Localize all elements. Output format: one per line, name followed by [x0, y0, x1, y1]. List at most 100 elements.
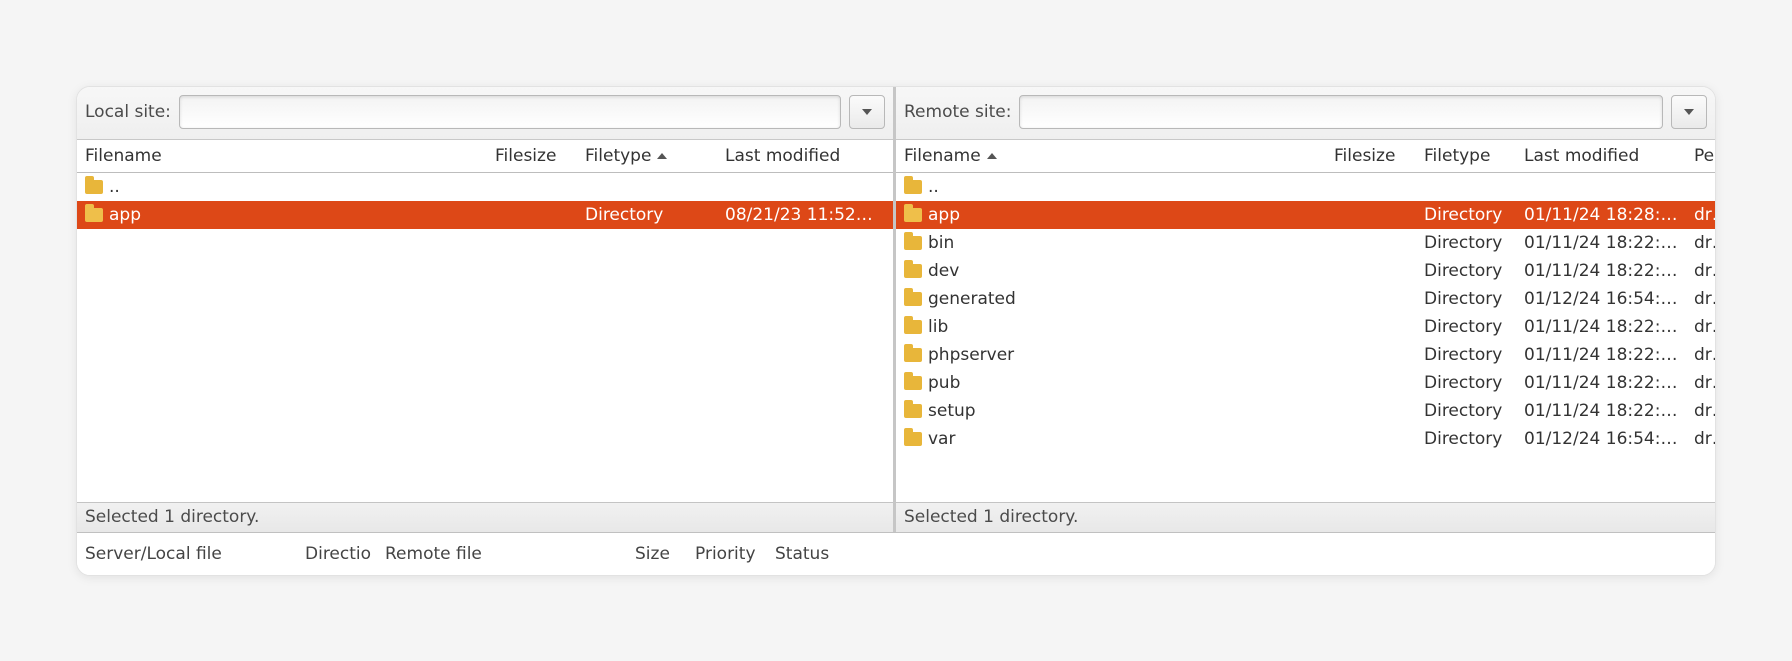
col-filetype[interactable]: Filetype	[577, 140, 717, 173]
cell-modified: 01/11/24 18:22:00	[1516, 257, 1686, 285]
cell-perm	[1686, 172, 1715, 201]
cell-size	[1326, 257, 1416, 285]
queue-col-size[interactable]: Size	[635, 544, 695, 564]
col-filename[interactable]: Filename	[77, 140, 487, 173]
cell-perm: drwx	[1686, 201, 1715, 229]
cell-modified	[1516, 172, 1686, 201]
table-row[interactable]: dev Directory01/11/24 18:22:00drwx	[896, 257, 1715, 285]
remote-status-bar: Selected 1 directory.	[896, 502, 1715, 532]
table-row[interactable]: libDirectory01/11/24 18:22:00drwx	[896, 313, 1715, 341]
file-name: var	[928, 429, 955, 449]
file-name: lib	[928, 317, 948, 337]
local-site-input[interactable]	[179, 95, 841, 129]
col-filename[interactable]: Filename	[896, 140, 1326, 173]
remote-site-label: Remote site:	[904, 102, 1011, 122]
file-name: app	[928, 205, 960, 225]
cell-size	[1326, 341, 1416, 369]
folder-icon	[904, 292, 922, 306]
folder-icon	[904, 264, 922, 278]
table-row[interactable]: binDirectory01/11/24 18:22:00drwx	[896, 229, 1715, 257]
cell-modified: 01/12/24 16:54:00	[1516, 425, 1686, 453]
cell-type: Directory	[1416, 201, 1516, 229]
cell-type: Directory	[1416, 369, 1516, 397]
cell-size	[1326, 397, 1416, 425]
transfer-queue-header: Server/Local file Directio Remote file S…	[77, 533, 1715, 575]
sort-asc-icon	[987, 153, 997, 159]
table-row[interactable]: generated Directory01/12/24 16:54:00drwx	[896, 285, 1715, 313]
folder-icon	[904, 236, 922, 250]
local-file-list: Filename Filesize Filetype Last modified…	[77, 140, 893, 502]
table-row[interactable]: app Directory01/11/24 18:28:00drwx	[896, 201, 1715, 229]
queue-col-server-local[interactable]: Server/Local file	[85, 544, 305, 564]
cell-type: Directory	[1416, 257, 1516, 285]
file-name: ..	[109, 177, 120, 197]
file-name: setup	[928, 401, 976, 421]
folder-icon	[904, 404, 922, 418]
table-row[interactable]: appDirectory08/21/23 11:52…	[77, 201, 893, 229]
col-permissions[interactable]: Perm	[1686, 140, 1715, 173]
split-panes: Local site: Filename Filesize Filetyp	[77, 87, 1715, 533]
cell-modified	[717, 172, 893, 201]
folder-icon	[904, 376, 922, 390]
queue-col-direction[interactable]: Directio	[305, 544, 385, 564]
cell-size	[487, 201, 577, 229]
cell-type: Directory	[1416, 341, 1516, 369]
chevron-down-icon	[1684, 109, 1694, 115]
table-row[interactable]: varDirectory01/12/24 16:54:00drwx	[896, 425, 1715, 453]
cell-modified: 01/11/24 18:22:00	[1516, 369, 1686, 397]
local-site-dropdown[interactable]	[849, 95, 885, 129]
folder-icon	[85, 180, 103, 194]
col-last-modified[interactable]: Last modified	[1516, 140, 1686, 173]
file-name: pub	[928, 373, 960, 393]
cell-perm: drwx	[1686, 369, 1715, 397]
cell-size	[487, 172, 577, 201]
col-filesize[interactable]: Filesize	[487, 140, 577, 173]
cell-size	[1326, 201, 1416, 229]
remote-site-dropdown[interactable]	[1671, 95, 1707, 129]
table-row[interactable]: setupDirectory01/11/24 18:22:00drwx	[896, 397, 1715, 425]
local-status-text: Selected 1 directory.	[85, 507, 259, 527]
cell-size	[1326, 369, 1416, 397]
file-name: phpserver	[928, 345, 1014, 365]
cell-size	[1326, 285, 1416, 313]
cell-type	[1416, 172, 1516, 201]
cell-type: Directory	[1416, 313, 1516, 341]
remote-status-text: Selected 1 directory.	[904, 507, 1078, 527]
cell-modified: 01/11/24 18:28:00	[1516, 201, 1686, 229]
file-name: app	[109, 205, 141, 225]
cell-type: Directory	[1416, 229, 1516, 257]
cell-perm: drwx	[1686, 341, 1715, 369]
col-filetype[interactable]: Filetype	[1416, 140, 1516, 173]
cell-modified: 01/11/24 18:22:00	[1516, 397, 1686, 425]
table-row[interactable]: phpserverDirectory01/11/24 18:22:00drwx	[896, 341, 1715, 369]
col-filesize[interactable]: Filesize	[1326, 140, 1416, 173]
cell-modified: 01/12/24 16:54:00	[1516, 285, 1686, 313]
cell-perm: drwx	[1686, 257, 1715, 285]
table-row[interactable]: ..	[896, 172, 1715, 201]
local-site-label: Local site:	[85, 102, 171, 122]
remote-site-input[interactable]	[1019, 95, 1663, 129]
queue-col-priority[interactable]: Priority	[695, 544, 775, 564]
remote-site-bar: Remote site:	[896, 87, 1715, 140]
file-name: bin	[928, 233, 954, 253]
remote-pane: Remote site: Filename Filesize Filety	[896, 87, 1715, 532]
cell-size	[1326, 229, 1416, 257]
queue-col-status[interactable]: Status	[775, 544, 855, 564]
folder-icon	[904, 180, 922, 194]
col-last-modified[interactable]: Last modified	[717, 140, 893, 173]
file-name: dev	[928, 261, 959, 281]
cell-size	[1326, 425, 1416, 453]
cell-type: Directory	[577, 201, 717, 229]
cell-type	[577, 172, 717, 201]
cell-size	[1326, 313, 1416, 341]
cell-type: Directory	[1416, 285, 1516, 313]
table-row[interactable]: ..	[77, 172, 893, 201]
cell-perm: drwx	[1686, 229, 1715, 257]
cell-perm: drwx	[1686, 285, 1715, 313]
file-name: generated	[928, 289, 1016, 309]
queue-col-remote-file[interactable]: Remote file	[385, 544, 635, 564]
cell-type: Directory	[1416, 397, 1516, 425]
cell-size	[1326, 172, 1416, 201]
table-row[interactable]: pub Directory01/11/24 18:22:00drwx	[896, 369, 1715, 397]
local-status-bar: Selected 1 directory.	[77, 502, 893, 532]
